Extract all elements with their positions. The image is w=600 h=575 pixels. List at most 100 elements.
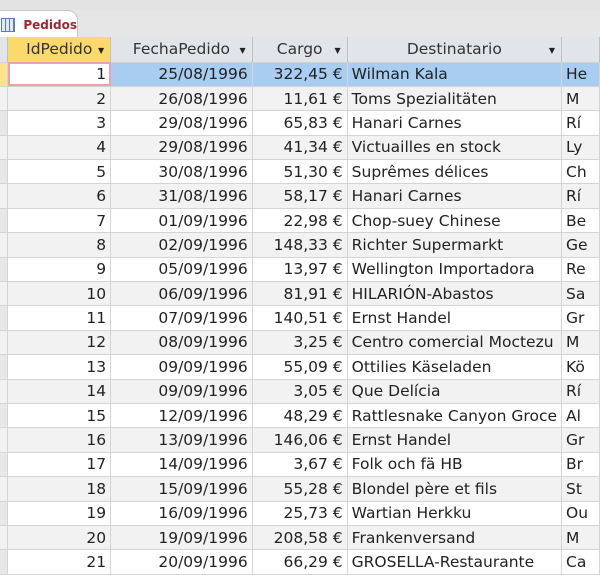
row-selector[interactable]	[0, 525, 9, 551]
cell-destinatario[interactable]: GROSELLA-Restaurante	[347, 549, 563, 575]
cell-destinatario[interactable]: Rattlesnake Canyon Groce	[347, 403, 563, 429]
cell-next[interactable]: M	[561, 86, 600, 112]
cell-cargo[interactable]: 208,58 €	[252, 525, 348, 551]
row-selector[interactable]	[0, 281, 9, 307]
table-row[interactable]: 15 12/09/1996 48,29 € Rattlesnake Canyon Gr…	[0, 403, 600, 429]
row-selector[interactable]	[0, 330, 9, 356]
row-selector[interactable]	[0, 183, 9, 209]
cell-cargo[interactable]: 3,67 €	[252, 452, 348, 478]
table-row[interactable]: 4 29/08/1996 41,34 € Victuailles en stock Ly	[0, 135, 600, 161]
cell-next[interactable]: Be	[561, 208, 600, 234]
dropdown-arrow-icon[interactable]: ▼	[98, 46, 104, 55]
cell-destinatario[interactable]: Chop-suey Chinese	[347, 208, 563, 234]
cell-idpedido[interactable]: 11	[7, 305, 112, 331]
row-selector[interactable]	[0, 549, 9, 575]
cell-cargo[interactable]: 3,05 €	[252, 379, 348, 404]
cell-cargo[interactable]: 55,09 €	[252, 354, 348, 380]
cell-idpedido[interactable]: 15	[7, 403, 112, 429]
cell-next[interactable]: Al	[561, 403, 600, 429]
row-selector[interactable]	[0, 476, 9, 502]
cell-destinatario[interactable]: Ottilies Käseladen	[347, 354, 563, 380]
table-row[interactable]: 19 16/09/1996 25,73 € Wartian Herkku Ou	[0, 501, 600, 526]
cell-cargo[interactable]: 22,98 €	[252, 208, 348, 234]
cell-fechapedido[interactable]: 25/08/1996	[110, 62, 253, 87]
cell-fechapedido[interactable]: 05/09/1996	[110, 257, 253, 283]
cell-destinatario[interactable]: Ernst Handel	[347, 427, 563, 453]
cell-idpedido[interactable]: 6	[7, 183, 112, 209]
table-row[interactable]: 8 02/09/1996 148,33 € Richter Supermarkt Ge	[0, 232, 600, 258]
cell-destinatario[interactable]: Folk och fä HB	[347, 452, 563, 478]
table-row[interactable]: 16 13/09/1996 146,06 € Ernst Handel Gr	[0, 427, 600, 453]
table-row[interactable]: 3 29/08/1996 65,83 € Hanari Carnes Rí	[0, 110, 600, 136]
cell-next[interactable]: M	[561, 525, 600, 551]
cell-fechapedido[interactable]: 07/09/1996	[110, 305, 253, 331]
table-row[interactable]: 2 26/08/1996 11,61 € Toms Spezialitäten M	[0, 86, 600, 112]
cell-cargo[interactable]: 148,33 €	[252, 232, 348, 258]
cell-next[interactable]: Gr	[561, 305, 600, 331]
cell-destinatario[interactable]: Que Delícia	[347, 379, 563, 404]
cell-fechapedido[interactable]: 14/09/1996	[110, 452, 253, 478]
cell-fechapedido[interactable]: 15/09/1996	[110, 476, 253, 502]
table-row[interactable]: 20 19/09/1996 208,58 € Frankenversand M	[0, 525, 600, 551]
cell-next[interactable]: Gr	[561, 427, 600, 453]
cell-destinatario[interactable]: Ernst Handel	[347, 305, 563, 331]
cell-next[interactable]: Br	[561, 452, 600, 478]
cell-destinatario[interactable]: Hanari Carnes	[347, 183, 563, 209]
cell-cargo[interactable]: 322,45 €	[252, 62, 348, 87]
cell-next[interactable]: Ch	[561, 159, 600, 185]
table-row[interactable]: 13 09/09/1996 55,09 € Ottilies Käseladen Kö	[0, 354, 600, 380]
cell-idpedido[interactable]: 16	[7, 427, 112, 453]
row-selector[interactable]	[0, 354, 9, 380]
cell-idpedido[interactable]: 10	[7, 281, 112, 307]
cell-next[interactable]: Rí	[561, 379, 600, 404]
cell-fechapedido[interactable]: 02/09/1996	[110, 232, 253, 258]
cell-idpedido[interactable]: 13	[7, 354, 112, 380]
cell-idpedido[interactable]: 14	[7, 379, 112, 404]
dropdown-arrow-icon[interactable]: ▼	[335, 46, 341, 55]
cell-idpedido[interactable]: 20	[7, 525, 112, 551]
cell-destinatario[interactable]: Frankenversand	[347, 525, 563, 551]
cell-fechapedido[interactable]: 29/08/1996	[110, 110, 253, 136]
row-selector[interactable]	[0, 427, 9, 453]
cell-cargo[interactable]: 58,17 €	[252, 183, 348, 209]
cell-destinatario[interactable]: Hanari Carnes	[347, 110, 563, 136]
row-selector[interactable]	[0, 62, 9, 87]
row-selector[interactable]	[0, 110, 9, 136]
dropdown-arrow-icon[interactable]: ▼	[549, 46, 555, 55]
row-selector[interactable]	[0, 135, 9, 161]
row-selector[interactable]	[0, 403, 9, 429]
cell-destinatario[interactable]: Toms Spezialitäten	[347, 86, 563, 112]
table-row[interactable]: 18 15/09/1996 55,28 € Blondel père et fils S…	[0, 476, 600, 502]
cell-next[interactable]: Kö	[561, 354, 600, 380]
cell-destinatario[interactable]: Blondel père et fils	[347, 476, 563, 502]
cell-fechapedido[interactable]: 19/09/1996	[110, 525, 253, 551]
cell-idpedido[interactable]: 2	[7, 86, 112, 112]
column-header-fechapedido[interactable]: FechaPedido ▼	[110, 37, 253, 63]
cell-fechapedido[interactable]: 08/09/1996	[110, 330, 253, 356]
cell-idpedido[interactable]: 8	[7, 232, 112, 258]
cell-cargo[interactable]: 65,83 €	[252, 110, 348, 136]
column-header-cargo[interactable]: Cargo ▼	[252, 37, 348, 63]
table-row[interactable]: 9 05/09/1996 13,97 € Wellington Importadora…	[0, 257, 600, 283]
cell-cargo[interactable]: 11,61 €	[252, 86, 348, 112]
cell-next[interactable]: Re	[561, 257, 600, 283]
cell-cargo[interactable]: 25,73 €	[252, 501, 348, 526]
table-row[interactable]: 1 25/08/1996 322,45 € Wilman Kala He	[0, 62, 600, 87]
cell-idpedido[interactable]: 5	[7, 159, 112, 185]
cell-idpedido[interactable]: 19	[7, 501, 112, 526]
cell-next[interactable]: Sa	[561, 281, 600, 307]
table-row[interactable]: 7 01/09/1996 22,98 € Chop-suey Chinese Be	[0, 208, 600, 234]
cell-idpedido[interactable]: 18	[7, 476, 112, 502]
cell-fechapedido[interactable]: 01/09/1996	[110, 208, 253, 234]
column-header-destinatario[interactable]: Destinatario ▼	[347, 37, 563, 63]
row-selector[interactable]	[0, 232, 9, 258]
cell-next[interactable]: Ge	[561, 232, 600, 258]
cell-cargo[interactable]: 146,06 €	[252, 427, 348, 453]
cell-cargo[interactable]: 48,29 €	[252, 403, 348, 429]
dropdown-arrow-icon[interactable]: ▼	[240, 46, 246, 55]
cell-fechapedido[interactable]: 16/09/1996	[110, 501, 253, 526]
column-header-next[interactable]	[561, 37, 600, 63]
cell-destinatario[interactable]: Centro comercial Moctezu	[347, 330, 563, 356]
cell-fechapedido[interactable]: 31/08/1996	[110, 183, 253, 209]
cell-cargo[interactable]: 3,25 €	[252, 330, 348, 356]
